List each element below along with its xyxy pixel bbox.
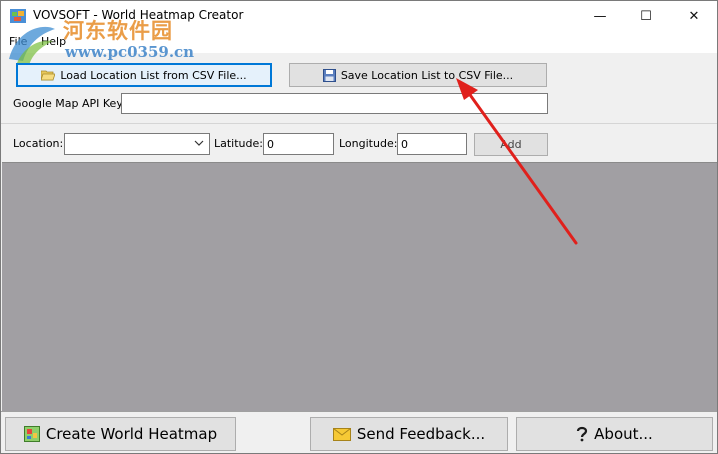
floppy-disk-icon (322, 68, 336, 82)
folder-open-icon (41, 70, 56, 81)
chevron-down-icon (194, 140, 204, 146)
heatmap-icon (23, 426, 40, 442)
maximize-button[interactable]: ☐ (623, 1, 669, 31)
send-feedback-button[interactable]: Send Feedback... (310, 417, 508, 451)
api-key-input[interactable] (121, 93, 548, 114)
latitude-input[interactable] (263, 133, 334, 155)
window-title: VOVSOFT - World Heatmap Creator (33, 8, 244, 22)
menu-bar: File Help (1, 31, 717, 53)
load-csv-label: Load Location List from CSV File... (60, 68, 247, 82)
app-icon (10, 9, 26, 23)
title-bar: VOVSOFT - World Heatmap Creator — ☐ ✕ (1, 1, 717, 31)
about-label: About... (594, 425, 653, 443)
minimize-button[interactable]: — (577, 1, 623, 31)
form-divider (1, 123, 717, 124)
save-csv-label: Save Location List to CSV File... (340, 68, 514, 82)
close-button[interactable]: ✕ (671, 1, 717, 31)
save-csv-button[interactable]: Save Location List to CSV File... (289, 63, 547, 87)
menu-help[interactable]: Help (41, 35, 66, 48)
longitude-input[interactable] (397, 133, 467, 155)
location-dropdown[interactable] (64, 133, 210, 155)
longitude-label: Longitude: (339, 137, 398, 150)
create-heatmap-button[interactable]: Create World Heatmap (5, 417, 236, 451)
bottom-button-bar: Create World Heatmap Send Feedback... Ab… (1, 411, 717, 453)
location-label: Location: (13, 137, 64, 150)
api-key-label: Google Map API Key: (13, 97, 126, 110)
app-window: VOVSOFT - World Heatmap Creator — ☐ ✕ Fi… (0, 0, 718, 454)
about-button[interactable]: About... (516, 417, 713, 451)
create-heatmap-label: Create World Heatmap (45, 425, 218, 443)
envelope-icon (332, 427, 351, 441)
question-icon (576, 426, 588, 442)
send-feedback-label: Send Feedback... (356, 425, 486, 443)
load-csv-button[interactable]: Load Location List from CSV File... (16, 63, 272, 87)
add-button[interactable]: Add (474, 133, 548, 156)
latitude-label: Latitude: (214, 137, 263, 150)
menu-file[interactable]: File (9, 35, 27, 48)
map-display-area[interactable] (2, 162, 717, 411)
